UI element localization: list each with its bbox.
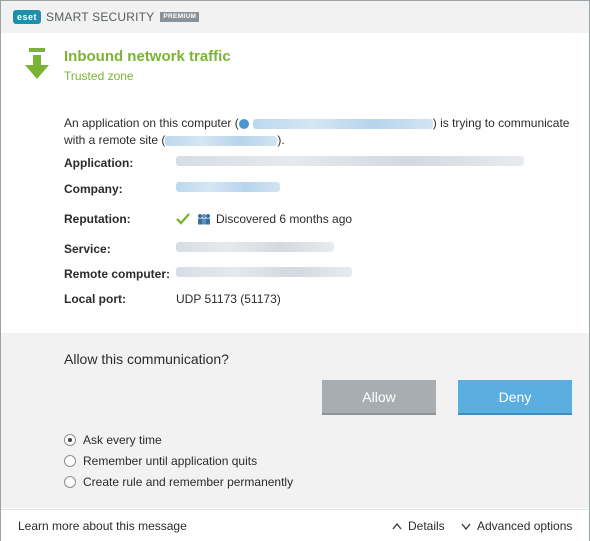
chevron-down-icon xyxy=(461,523,471,530)
alert-subtitle: Trusted zone xyxy=(64,69,134,83)
check-icon xyxy=(176,213,190,225)
chevron-up-icon xyxy=(392,522,402,530)
local-port-value: UDP 51173 (51173) xyxy=(176,292,281,306)
application-link[interactable] xyxy=(252,118,433,129)
brand: eset SMART SECURITY PREMIUM xyxy=(13,10,200,24)
detail-row-service: Service: xyxy=(64,242,579,258)
message-text: ). xyxy=(277,133,285,147)
company-link[interactable] xyxy=(176,182,280,192)
detail-label: Reputation: xyxy=(64,212,131,226)
deny-button[interactable]: Deny xyxy=(458,380,572,415)
detail-value xyxy=(176,267,352,277)
message-text: An application on this computer ( xyxy=(64,116,239,130)
reputation-value: Discovered 6 months ago xyxy=(216,212,353,226)
alert-message: An application on this computer () is tr… xyxy=(64,115,584,149)
detail-row-application: Application: xyxy=(64,156,579,172)
title-bar: eset SMART SECURITY PREMIUM xyxy=(1,1,589,33)
detail-row-local-port: Local port: UDP 51173 (51173) xyxy=(64,292,579,308)
radio-button[interactable] xyxy=(64,476,76,488)
detail-row-remote-computer: Remote computer: xyxy=(64,267,579,283)
advanced-options-label: Advanced options xyxy=(477,519,573,533)
application-icon xyxy=(238,118,249,129)
details-toggle[interactable]: Details xyxy=(392,519,445,533)
alert-title: Inbound network traffic xyxy=(64,48,231,65)
eset-logo: eset xyxy=(13,10,42,24)
detail-label: Local port: xyxy=(64,292,126,306)
action-panel: Allow this communication? Allow Deny Ask… xyxy=(1,333,589,508)
option-create-rule[interactable]: Create rule and remember permanently xyxy=(64,474,364,490)
down-arrow-icon xyxy=(25,48,49,79)
radio-button[interactable] xyxy=(64,455,76,467)
option-remember-until-quit[interactable]: Remember until application quits xyxy=(64,453,364,469)
alert-window: eset SMART SECURITY PREMIUM Inbound netw… xyxy=(0,0,590,541)
radio-button[interactable] xyxy=(64,434,76,446)
option-ask-every-time[interactable]: Ask every time xyxy=(64,432,364,448)
detail-label: Remote computer: xyxy=(64,267,171,281)
option-label: Remember until application quits xyxy=(83,454,258,468)
users-icon xyxy=(198,214,210,225)
product-name: SMART SECURITY xyxy=(46,10,155,24)
detail-value xyxy=(176,156,524,166)
advanced-options-toggle[interactable]: Advanced options xyxy=(461,519,572,533)
detail-value: Discovered 6 months ago xyxy=(176,212,352,226)
alert-content: Inbound network traffic Trusted zone An … xyxy=(11,34,579,332)
remote-site-link[interactable] xyxy=(165,135,278,146)
learn-more-link[interactable]: Learn more about this message xyxy=(18,519,187,533)
detail-label: Company: xyxy=(64,182,123,196)
details-label: Details xyxy=(408,519,445,533)
allow-button[interactable]: Allow xyxy=(322,380,436,415)
footer: Learn more about this message Details Ad… xyxy=(1,509,589,541)
detail-row-reputation: Reputation: Discovered 6 months ago xyxy=(64,212,579,228)
detail-row-company: Company: xyxy=(64,182,579,198)
option-label: Create rule and remember permanently xyxy=(83,475,294,489)
detail-label: Service: xyxy=(64,242,111,256)
option-label: Ask every time xyxy=(83,433,162,447)
detail-label: Application: xyxy=(64,156,134,170)
edition-badge: PREMIUM xyxy=(160,12,200,22)
prompt-question: Allow this communication? xyxy=(64,351,229,367)
detail-value xyxy=(176,242,334,252)
